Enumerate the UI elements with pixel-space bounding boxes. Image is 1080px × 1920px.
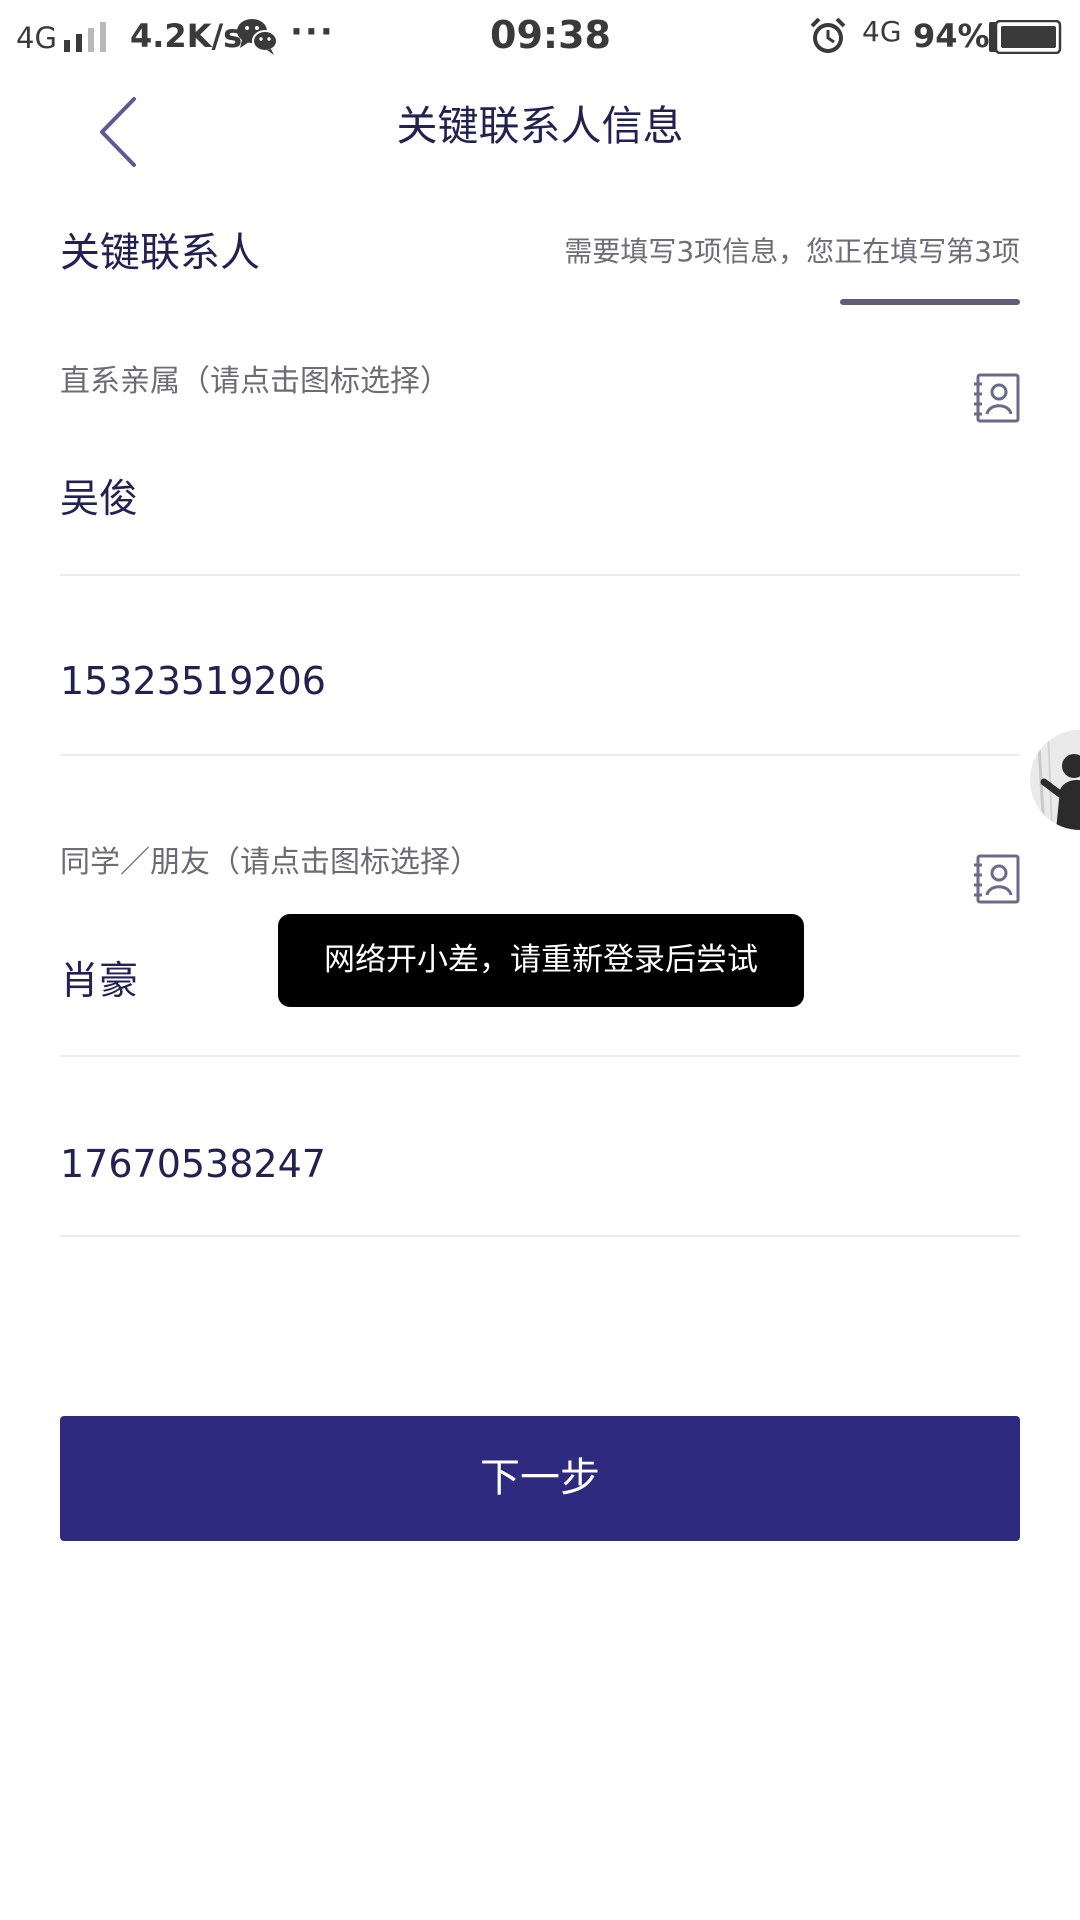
friend-phone-field[interactable]: 17670538247 xyxy=(60,1138,326,1190)
address-book-icon[interactable] xyxy=(972,372,1022,424)
section-title: 关键联系人 xyxy=(60,230,260,276)
avatar-image xyxy=(1030,730,1080,830)
network-type-right: 4G xyxy=(862,15,902,48)
signal-strength-icon xyxy=(64,22,106,52)
divider xyxy=(60,1055,1020,1057)
status-bar: 4G 4.2K/s ··· 09:38 4G 94% xyxy=(0,0,1080,74)
divider xyxy=(60,754,1020,756)
network-speed: 4.2K/s xyxy=(130,17,243,55)
status-time: 09:38 xyxy=(490,13,611,57)
friend-name-field[interactable]: 肖豪 xyxy=(60,956,138,1008)
relative-contact-label: 直系亲属（请点击图标选择） xyxy=(60,364,450,399)
network-type: 4G xyxy=(16,21,57,55)
battery-percent: 94% xyxy=(913,17,990,55)
floating-avatar-button[interactable] xyxy=(1030,730,1080,830)
battery-icon xyxy=(989,20,1062,54)
more-notifications-icon: ··· xyxy=(290,12,335,52)
alarm-icon xyxy=(810,17,846,53)
friend-contact-label: 同学／朋友（请点击图标选择） xyxy=(60,845,480,880)
address-book-icon[interactable] xyxy=(972,853,1022,905)
relative-name-field[interactable]: 吴俊 xyxy=(60,474,138,526)
divider xyxy=(60,574,1020,576)
progress-text: 需要填写3项信息，您正在填写第3项 xyxy=(564,235,1020,268)
page-title: 关键联系人信息 xyxy=(396,102,684,150)
relative-phone-field[interactable]: 15323519206 xyxy=(60,655,326,707)
toast-message: 网络开小差，请重新登录后尝试 xyxy=(278,914,804,1007)
progress-indicator xyxy=(840,299,1020,305)
wechat-icon xyxy=(237,19,278,55)
divider xyxy=(60,1235,1020,1237)
next-step-button[interactable]: 下一步 xyxy=(60,1416,1020,1541)
